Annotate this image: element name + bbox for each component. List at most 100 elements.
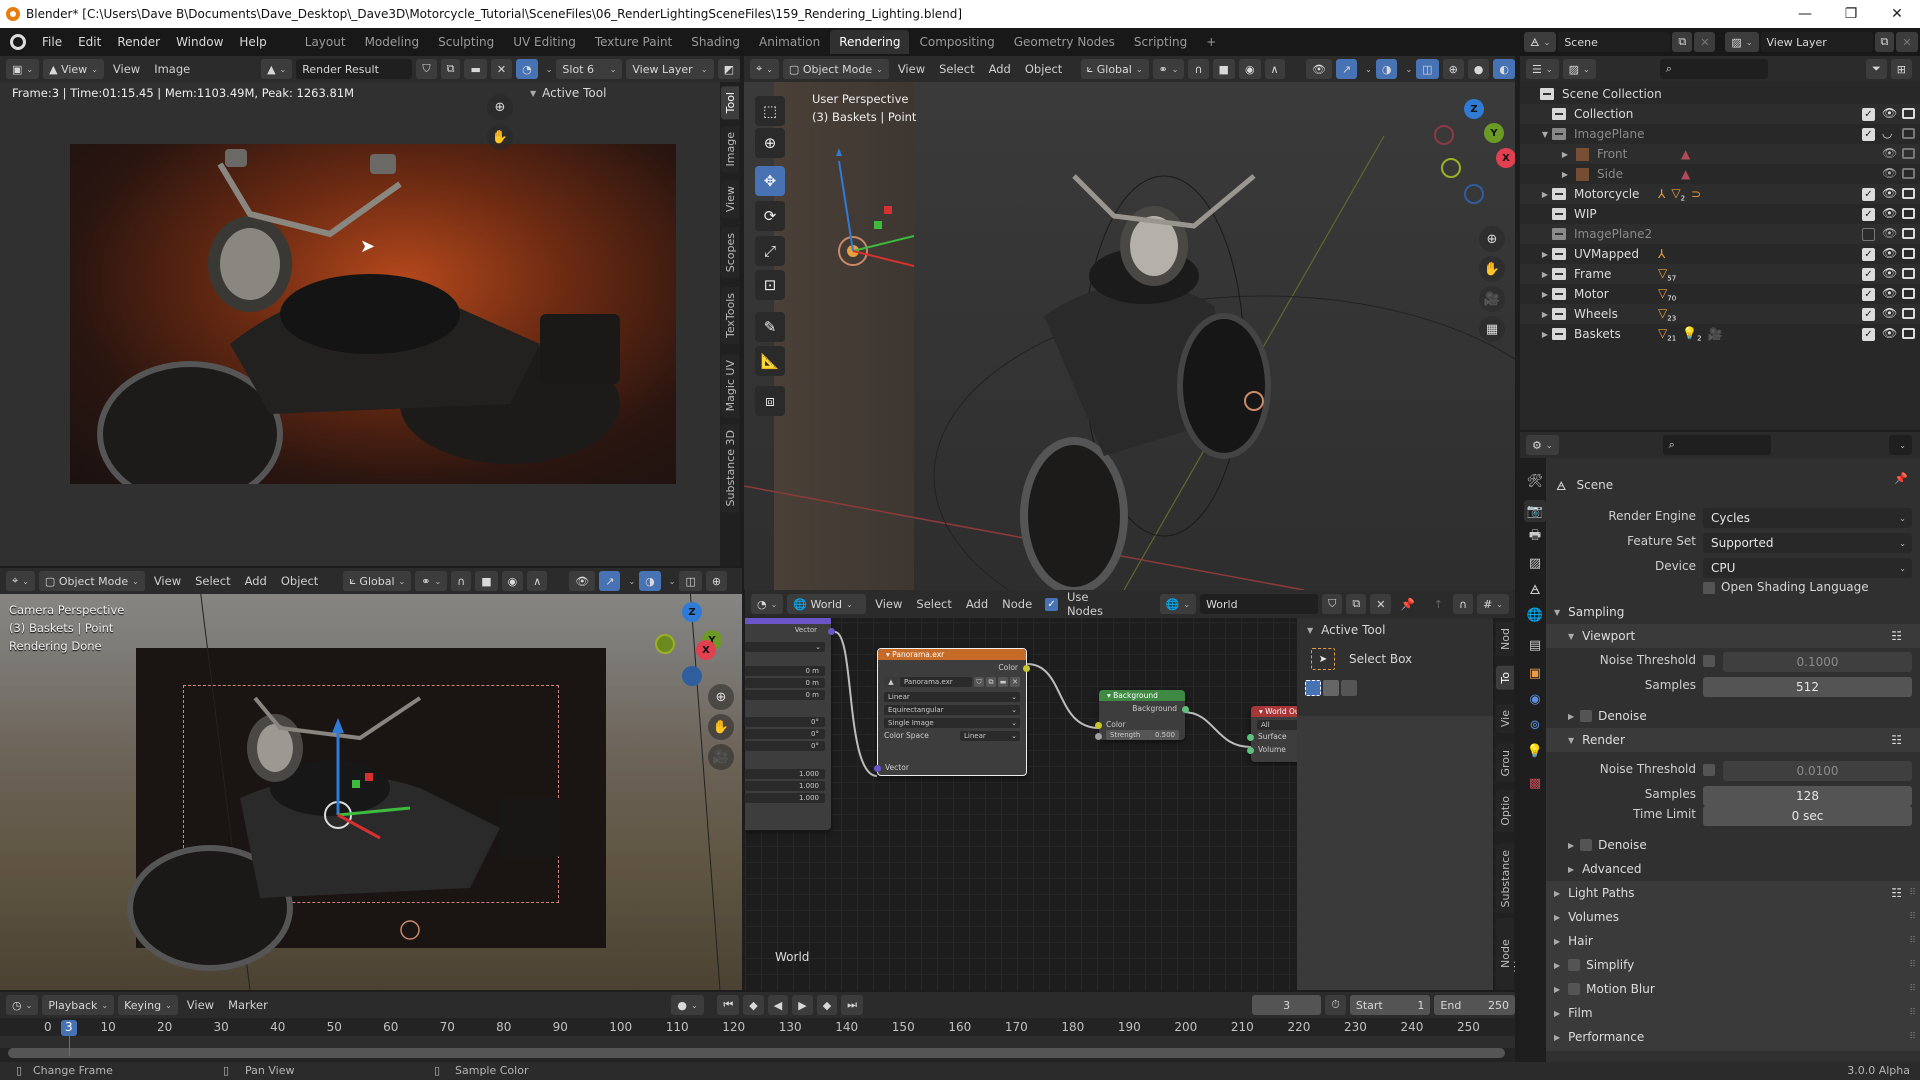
panel-header-performance[interactable]: ▶ Performance ⠿ <box>1546 1025 1920 1049</box>
render-camera-icon[interactable] <box>1902 208 1915 219</box>
playback-menu[interactable]: Playback ⌄ <box>42 995 115 1015</box>
scene-selector-button[interactable]: 🜁 ⌄ <box>1524 32 1557 52</box>
node-env-interpolation-dropdown[interactable]: Linear ⌄ <box>884 692 1020 702</box>
menu-view[interactable]: View <box>149 574 186 588</box>
tab-texture-icon[interactable]: ▩ <box>1524 772 1546 794</box>
expand-toggle-icon[interactable]: ▶ <box>1538 310 1552 319</box>
timeline-scrollbar[interactable] <box>8 1048 1505 1058</box>
panel-header-light-paths[interactable]: ▶ Light Paths ☷ ⠿ <box>1546 881 1920 905</box>
new-view-layer-icon[interactable]: ⧉ <box>1874 32 1895 52</box>
parent-node-tree-icon[interactable]: ↑ <box>1428 594 1449 614</box>
side-tab-options[interactable]: Optio <box>1496 790 1514 832</box>
menu-add[interactable]: Add <box>961 597 993 611</box>
outliner-row[interactable]: ▶ Side ▲ 👁 <box>1520 164 1920 184</box>
snap-magnet-icon[interactable]: ∩ <box>1453 594 1474 614</box>
camera-badge-icon[interactable]: 🎥 <box>1708 327 1723 341</box>
menu-view[interactable]: View <box>182 998 219 1012</box>
menu-view[interactable]: View <box>108 62 145 76</box>
overlay-toggle-icon[interactable]: ◑ <box>1375 59 1398 79</box>
fake-user-shield-icon[interactable]: ⛉ <box>1322 594 1343 614</box>
workspace-tab-layout[interactable]: Layout <box>296 30 355 54</box>
tab-constraints-icon[interactable]: ⊚ <box>1524 714 1546 736</box>
panel-header-hair[interactable]: ▶ Hair ⠿ <box>1546 929 1920 953</box>
tab-scene-icon[interactable]: 🜁 <box>1524 578 1546 600</box>
node-env-image-name[interactable]: Panorama.exr <box>900 677 972 687</box>
node-mapping-scale-z[interactable]: 1.000 <box>745 793 825 803</box>
node-world-output[interactable]: ▾ World Ou All Surface Volume <box>1247 706 1301 762</box>
tool-move-icon[interactable]: ✥ <box>755 166 785 196</box>
time-limit-field[interactable]: 0 sec <box>1703 806 1912 826</box>
panel-header-volumes[interactable]: ▶ Volumes ⠿ <box>1546 905 1920 929</box>
mode-dropdown[interactable]: ▢ Object Mode ⌄ <box>38 571 145 591</box>
side-tab-tool[interactable]: To <box>1496 666 1514 690</box>
panel-enable-checkbox[interactable] <box>1568 959 1581 971</box>
render-camera-icon[interactable] <box>1902 268 1915 279</box>
exclude-checkbox[interactable]: ✓ <box>1862 288 1875 301</box>
new-world-icon[interactable]: ⧉ <box>1346 594 1367 614</box>
node-background-strength-field[interactable]: Strength 0.500 <box>1106 730 1179 740</box>
editor-type-button[interactable]: ◔ ⌄ <box>751 594 784 614</box>
feature-set-dropdown[interactable]: Supported ⌄ <box>1703 533 1912 553</box>
delete-view-layer-icon[interactable]: ✕ <box>1896 32 1918 52</box>
side-tab-node[interactable]: Nod <box>1496 622 1514 656</box>
exclude-checkbox[interactable]: ✓ <box>1862 268 1875 281</box>
properties-options-dropdown[interactable]: ⌄ <box>1889 435 1912 455</box>
editor-type-button[interactable]: ⌖ ⌄ <box>6 571 35 591</box>
menu-image[interactable]: Image <box>149 62 195 76</box>
drag-handle-icon[interactable]: ⠿ <box>1909 1032 1916 1042</box>
side-tab-substance-3d[interactable]: Substance 3D <box>721 424 739 513</box>
menu-select[interactable]: Select <box>190 574 235 588</box>
menu-object[interactable]: Object <box>276 574 323 588</box>
use-preview-range-icon[interactable]: ⏱ <box>1325 995 1346 1015</box>
tool-annotate-icon[interactable]: ✎ <box>755 312 785 342</box>
eye-closed-icon[interactable]: ◡ <box>1882 126 1892 140</box>
eye-icon[interactable]: 👁 <box>1882 246 1897 260</box>
use-nodes-checkbox[interactable]: ✓ <box>1045 597 1058 611</box>
side-tab-tool[interactable]: Tool <box>721 86 739 120</box>
close-button[interactable]: ✕ <box>1874 0 1920 28</box>
presets-list-icon[interactable]: ☷ <box>1891 733 1902 747</box>
blender-menu-icon[interactable] <box>10 34 26 50</box>
tool-select-box-icon[interactable]: ⬚ <box>755 96 785 126</box>
jump-to-start-icon[interactable]: ⏮ <box>717 995 740 1015</box>
tab-view-layer-icon[interactable]: ▨ <box>1524 552 1546 574</box>
transform-orientation-dropdown[interactable]: ⟀ Global ⌄ <box>343 571 412 591</box>
world-browse-button[interactable]: 🌐 ⌄ <box>1159 594 1197 614</box>
xray-toggle-icon[interactable]: ◫ <box>1416 59 1439 79</box>
drag-handle-icon[interactable]: ⠿ <box>1909 912 1916 922</box>
snap-grid-icon[interactable]: # ⌄ <box>1477 594 1509 614</box>
mesh-badge-icon[interactable]: ▽21 <box>1658 326 1676 342</box>
eye-icon[interactable]: 👁 <box>1882 266 1897 280</box>
viewport-denoise-header[interactable]: ▶ Denoise <box>1546 704 1920 728</box>
armature-badge-icon[interactable]: ⅄ <box>1658 187 1665 201</box>
side-tab-view[interactable]: Vie <box>1496 704 1514 734</box>
visibility-selectability-icon[interactable]: 👁 <box>1305 59 1332 79</box>
render-disabled-icon[interactable] <box>1902 148 1915 159</box>
gizmo-neg-z-axis[interactable] <box>682 666 702 686</box>
render-subpanel-header[interactable]: ▼ Render ☷ <box>1546 728 1920 752</box>
timeline-playhead-frame[interactable]: 3 <box>60 1020 77 1036</box>
unlink-image-icon[interactable]: ✕ <box>490 59 513 79</box>
node-mapping-location-x[interactable]: 0 m <box>745 666 825 676</box>
menu-marker[interactable]: Marker <box>223 998 273 1012</box>
menu-view[interactable]: View <box>893 62 930 76</box>
render-camera-icon[interactable] <box>1902 248 1915 259</box>
menu-window[interactable]: Window <box>168 35 231 49</box>
node-environment-texture[interactable]: ▾ Panorama.exr Color ▲ Panorama.exr ⛉ ⧉ … <box>874 648 1030 776</box>
current-frame-field[interactable]: 3 <box>1252 995 1322 1015</box>
node-env-color-space-dropdown[interactable]: Linear ⌄ <box>960 731 1020 741</box>
viewport-noise-threshold-field[interactable]: 0.1000 <box>1723 652 1912 672</box>
viewport-samples-field[interactable]: 512 <box>1703 677 1912 697</box>
drag-handle-icon[interactable]: ⠿ <box>1909 960 1916 970</box>
render-noise-threshold-field[interactable]: 0.0100 <box>1723 761 1912 781</box>
eye-icon[interactable]: 👁 <box>1882 226 1897 240</box>
display-mode-icon[interactable]: ◩ <box>717 59 740 79</box>
drag-handle-icon[interactable]: ⠿ <box>1909 936 1916 946</box>
outliner-search-input[interactable]: ⌕ <box>1659 59 1768 79</box>
select-mode-new-icon[interactable] <box>1305 680 1321 696</box>
render-camera-icon[interactable] <box>1902 228 1915 239</box>
side-tab-image[interactable]: Image <box>721 126 739 173</box>
gizmo-x-axis[interactable]: X <box>696 640 716 660</box>
zoom-icon[interactable]: ⊕ <box>487 94 513 120</box>
node-mapping-vector-output-socket[interactable] <box>828 628 835 635</box>
